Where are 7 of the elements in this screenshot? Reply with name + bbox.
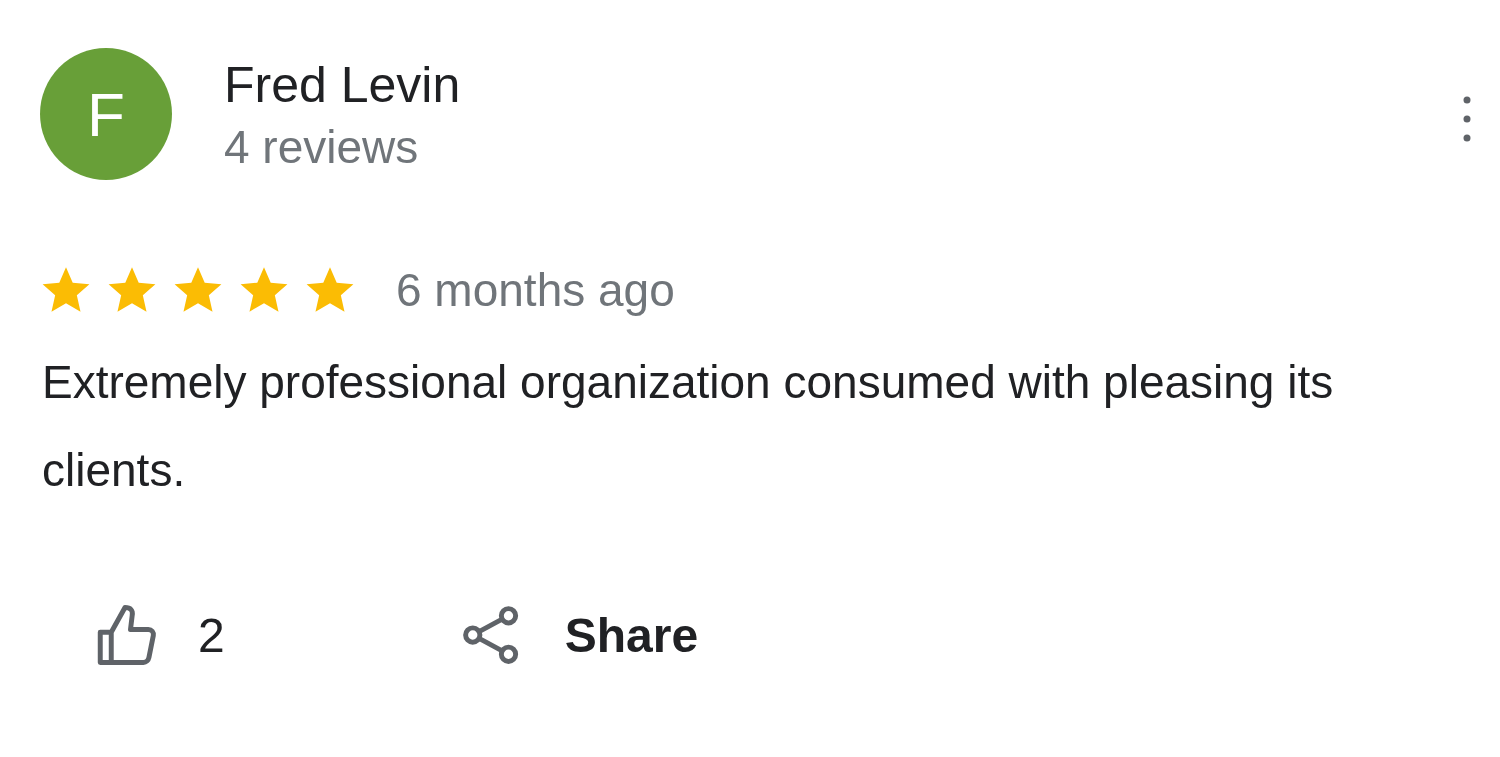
more-icon[interactable] xyxy=(1463,96,1471,142)
share-button[interactable]: Share xyxy=(458,602,699,668)
review-count: 4 reviews xyxy=(224,120,420,175)
author-name[interactable]: Fred Levin xyxy=(224,52,461,118)
review-time: 6 months ago xyxy=(396,263,675,317)
like-button[interactable]: 2 xyxy=(92,602,225,668)
review-text: Extremely professional organization consumed with pleasing its clients. xyxy=(42,355,1335,498)
